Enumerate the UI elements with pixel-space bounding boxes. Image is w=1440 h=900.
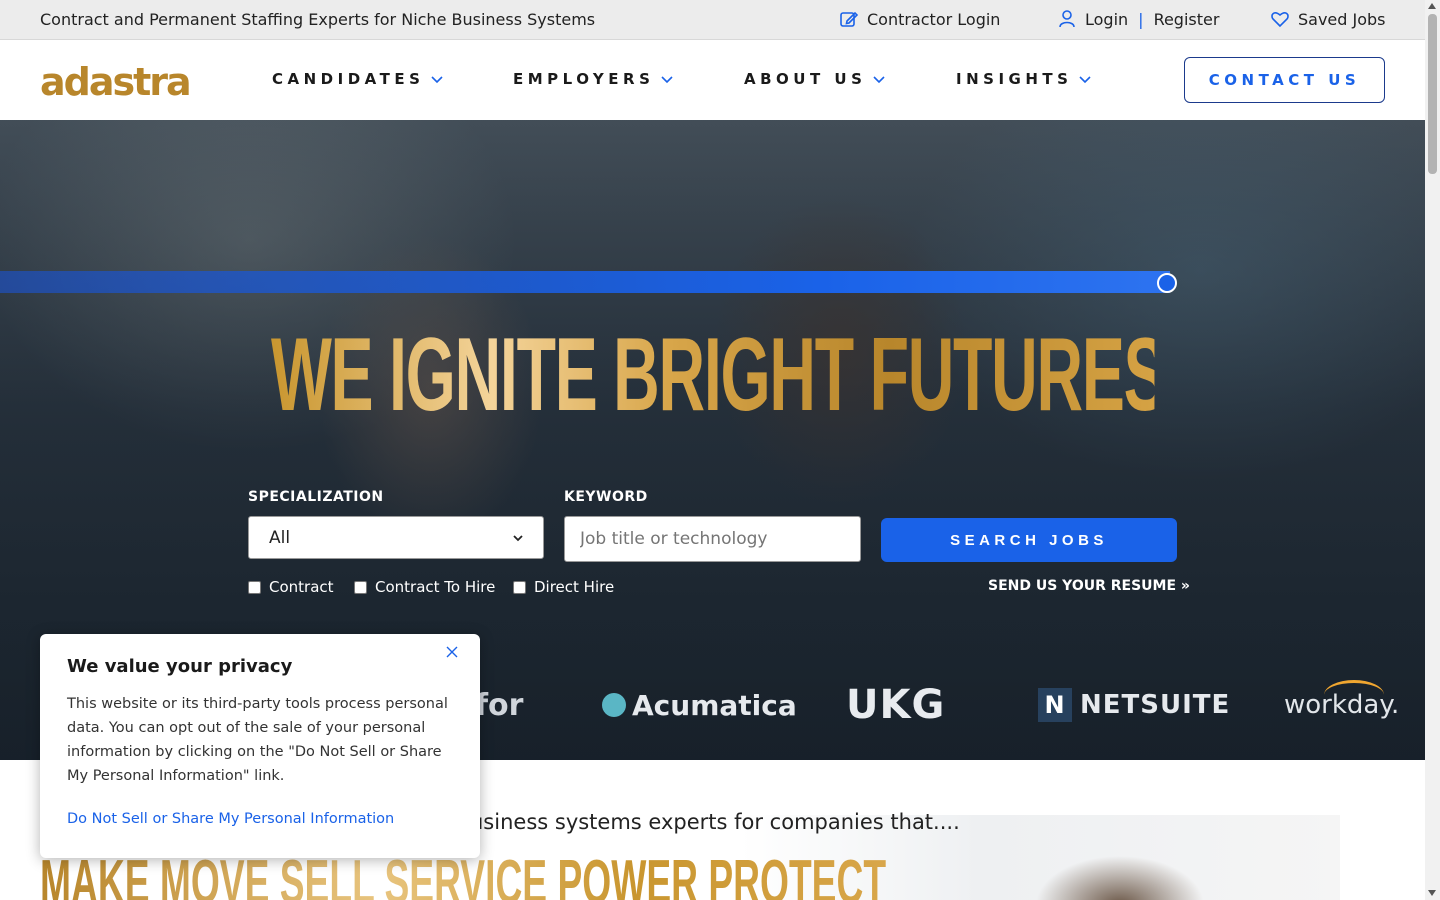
register-link[interactable]: Register [1154, 10, 1220, 29]
keyword-label: KEYWORD [564, 489, 648, 505]
partner-logo-text: Acumatica [632, 688, 797, 722]
privacy-dialog-title: We value your privacy [67, 656, 293, 677]
partner-logo-ukg: UKG [846, 680, 945, 730]
partner-logo-netsuite: N NETSUITE [1038, 680, 1230, 730]
close-icon[interactable] [444, 644, 460, 660]
nav-item-insights[interactable]: INSIGHTS [956, 70, 1092, 88]
checkbox-contract-to-hire[interactable]: Contract To Hire [354, 578, 495, 596]
checkbox-label: Contract To Hire [375, 578, 496, 596]
nav-item-candidates[interactable]: CANDIDATES [272, 70, 444, 88]
account-links: Login | Register [1057, 9, 1219, 29]
contractor-login-link[interactable]: Contractor Login [839, 9, 1000, 29]
saved-jobs-label: Saved Jobs [1298, 9, 1386, 29]
chevron-down-icon [661, 76, 673, 84]
heart-icon [1271, 12, 1289, 28]
chevron-down-icon [1079, 76, 1091, 84]
saved-jobs-link[interactable]: Saved Jobs [1270, 9, 1386, 29]
checkbox-contract[interactable]: Contract [248, 578, 334, 596]
chevron-down-icon [873, 76, 885, 84]
login-separator: | [1138, 9, 1144, 29]
checkbox-box[interactable] [354, 580, 367, 594]
partner-logo-text: for [475, 687, 524, 723]
login-link[interactable]: Login [1085, 10, 1128, 29]
acumatica-mark-icon [602, 693, 626, 717]
decorative-beam-tip [1157, 273, 1177, 293]
nav-item-about-us[interactable]: ABOUT US [744, 70, 886, 88]
main-nav: adastra CANDIDATES EMPLOYERS ABOUT US IN… [0, 40, 1425, 120]
nav-item-label: INSIGHTS [956, 70, 1073, 88]
checkbox-box[interactable] [248, 580, 261, 594]
utility-bar: Contract and Permanent Staffing Experts … [0, 0, 1425, 40]
checkbox-direct-hire[interactable]: Direct Hire [513, 578, 614, 596]
adastra-logo[interactable]: adastra [40, 60, 192, 104]
netsuite-mark-icon: N [1038, 688, 1072, 722]
search-jobs-button[interactable]: SEARCH JOBS [881, 518, 1177, 562]
privacy-dialog-body: This website or its third-party tools pr… [67, 696, 448, 784]
nav-item-label: EMPLOYERS [513, 70, 655, 88]
partner-logo-workday: workday. [1284, 680, 1399, 730]
checkbox-label: Direct Hire [534, 578, 615, 596]
nav-item-label: ABOUT US [744, 70, 867, 88]
contractor-login-label: Contractor Login [867, 9, 1001, 29]
scroll-up-arrow-icon[interactable] [1428, 3, 1436, 9]
partner-logo-sap-successfactors: for [475, 680, 523, 730]
site-tagline: Contract and Permanent Staffing Experts … [40, 10, 596, 29]
chevron-down-icon [431, 76, 443, 84]
partner-logo-acumatica: Acumatica [602, 680, 797, 730]
workday-arc-icon [1324, 680, 1384, 710]
chevron-down-icon [513, 534, 523, 541]
partner-logo-text: NETSUITE [1080, 690, 1231, 720]
send-resume-link[interactable]: SEND US YOUR RESUME » [988, 578, 1190, 594]
partner-logo-text: UKG [846, 682, 946, 728]
nav-item-label: CANDIDATES [272, 70, 425, 88]
edit-icon [840, 11, 859, 27]
page-scrollbar[interactable] [1425, 0, 1440, 900]
do-not-sell-link[interactable]: Do Not Sell or Share My Personal Informa… [67, 811, 394, 827]
specialization-select[interactable]: All [248, 516, 544, 559]
contact-us-button[interactable]: CONTACT US [1184, 57, 1385, 103]
checkbox-label: Contract [269, 578, 334, 596]
scroll-thumb[interactable] [1428, 14, 1437, 174]
decorative-beam [0, 271, 1170, 293]
specialization-label: SPECIALIZATION [248, 489, 384, 505]
user-icon [1059, 10, 1075, 28]
intro-text: usiness systems experts for companies th… [470, 810, 960, 834]
scroll-down-arrow-icon[interactable] [1428, 890, 1436, 896]
privacy-dialog: We value your privacy This website or it… [40, 634, 480, 858]
checkbox-box[interactable] [513, 580, 526, 594]
hero-headline: WE IGNITE BRIGHT FUTURES [270, 317, 1167, 433]
keyword-input[interactable] [564, 516, 861, 562]
specialization-value: All [269, 527, 291, 548]
nav-item-employers[interactable]: EMPLOYERS [513, 70, 674, 88]
